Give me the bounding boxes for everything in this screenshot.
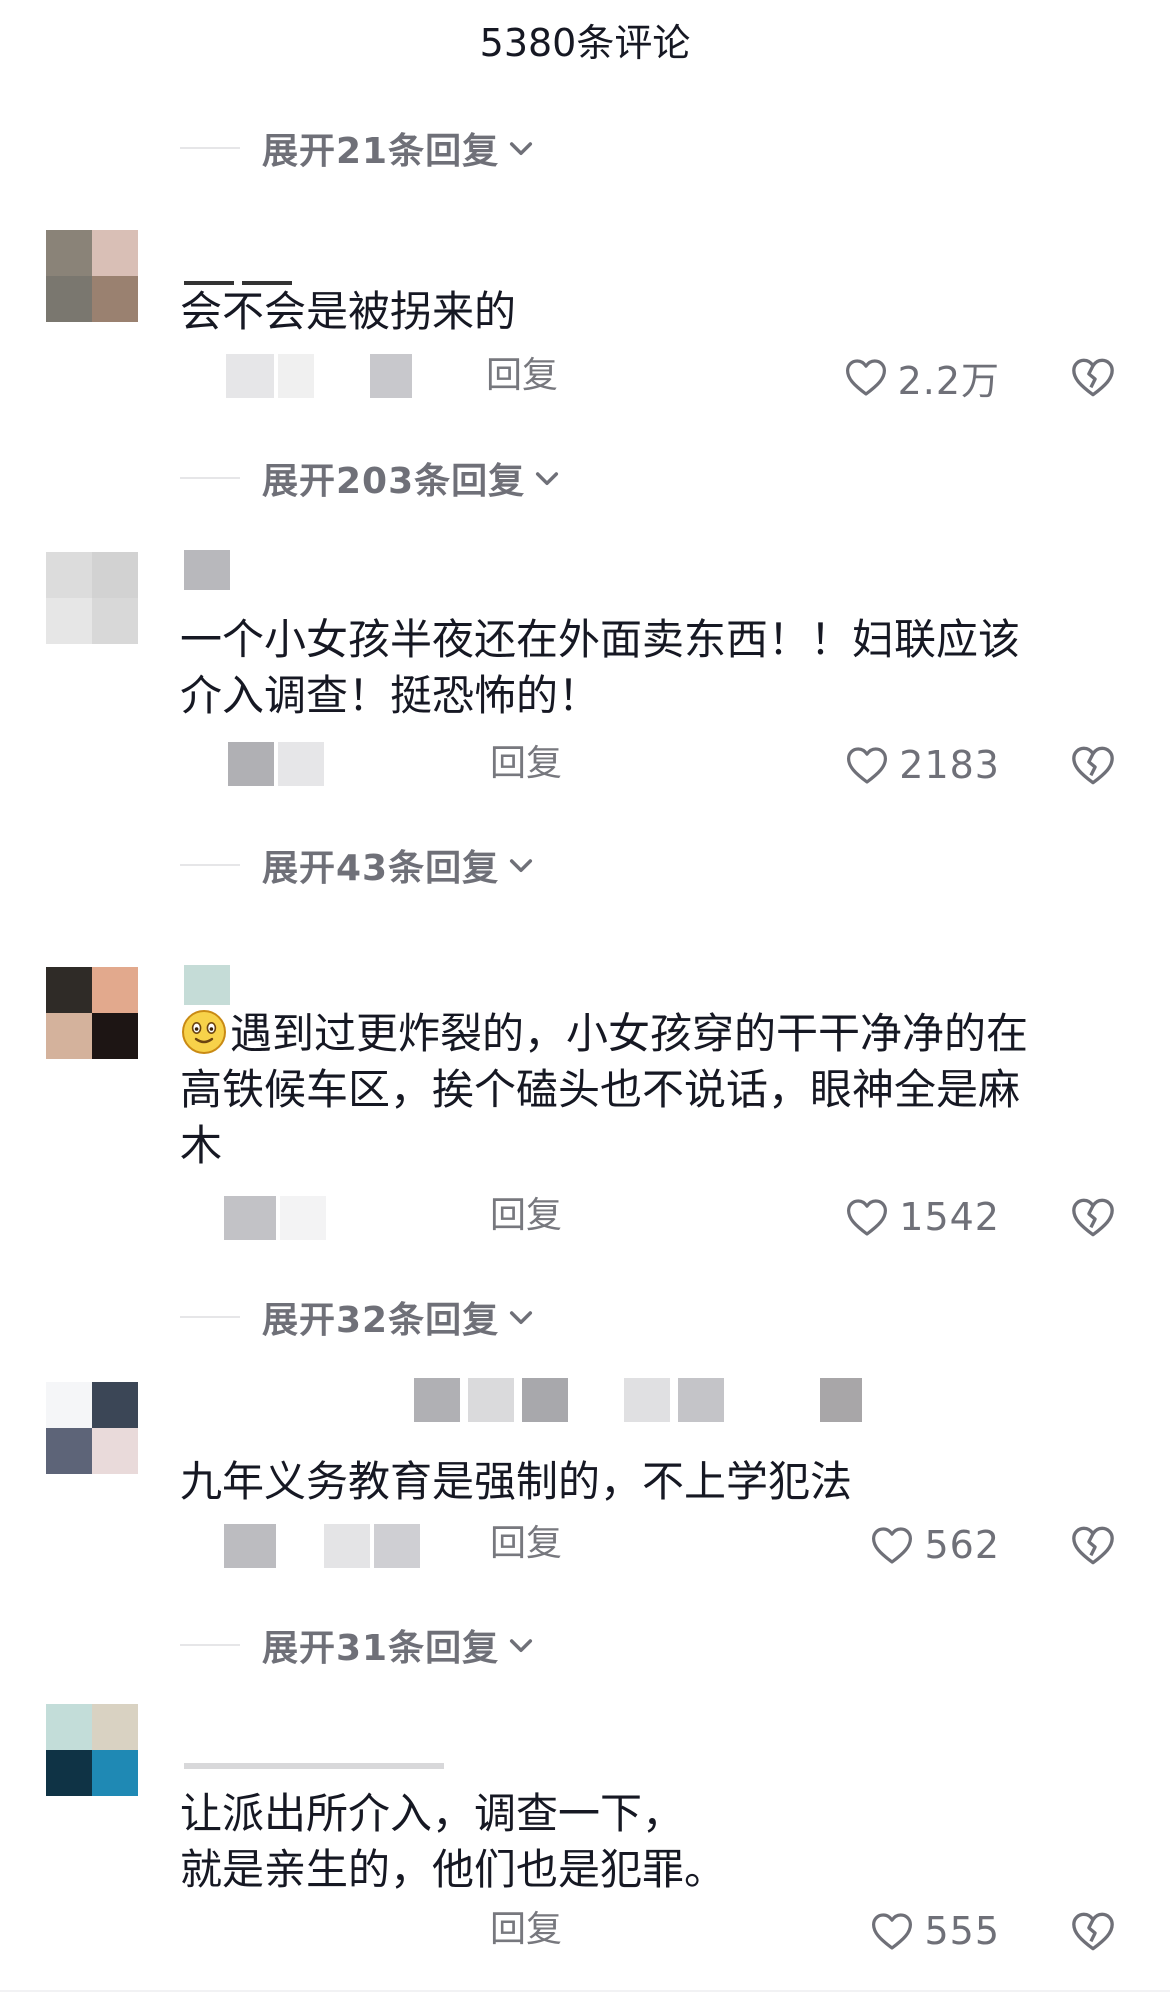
comment-text: 遇到过更炸裂的，小女孩穿的干干净净的在 高铁候车区，挨个磕头也不说话，眼神全是麻… — [180, 1006, 1110, 1174]
expand-replies-label: 展开21条回复 — [262, 131, 500, 172]
heart-outline-icon — [847, 747, 888, 784]
like-button[interactable]: 1542 — [840, 1192, 1000, 1242]
expand-replies-button[interactable]: 展开21条回复 — [180, 123, 537, 173]
chevron-down-icon — [536, 472, 559, 486]
comment-text: 会不会是被拐来的 — [180, 287, 517, 336]
like-count: 1542 — [899, 1195, 1000, 1239]
username-redacted[interactable] — [184, 1748, 444, 1784]
like-count: 562 — [924, 1523, 1000, 1567]
broken-heart-icon[interactable] — [1068, 352, 1118, 402]
broken-heart-icon[interactable] — [1068, 1192, 1118, 1242]
like-button[interactable]: 562 — [860, 1520, 1000, 1570]
like-button[interactable]: 2.2万 — [840, 352, 1000, 403]
divider — [180, 147, 240, 149]
username-redacted[interactable] — [184, 965, 230, 1005]
expand-replies-label: 展开203条回复 — [262, 461, 526, 502]
comment-text: 九年义务教育是强制的，不上学犯法 — [180, 1457, 853, 1506]
like-count: 555 — [924, 1909, 1000, 1953]
broken-heart-icon[interactable] — [1068, 740, 1118, 790]
expand-replies-label: 展开32条回复 — [262, 1300, 500, 1341]
expand-replies-button[interactable]: 展开31条回复 — [180, 1620, 537, 1670]
like-count: 2183 — [899, 743, 1000, 787]
comment-text-body: 遇到过更炸裂的，小女孩穿的干干净净的在 高铁候车区，挨个磕头也不说话，眼神全是麻… — [180, 1009, 1029, 1170]
reply-button[interactable]: 回复 — [490, 742, 562, 786]
heart-outline-icon — [872, 1913, 913, 1950]
username-redacted[interactable] — [184, 550, 230, 590]
divider — [180, 1644, 240, 1646]
smiling-face-emoji — [182, 1010, 226, 1054]
divider — [180, 1316, 240, 1318]
comment-text: 让派出所介入，调查一下， 就是亲生的，他们也是犯罪。 — [180, 1789, 727, 1894]
expand-replies-button[interactable]: 展开32条回复 — [180, 1292, 537, 1342]
comment-text: 一个小女孩半夜还在外面卖东西！！妇联应该 介入调查！挺恐怖的！ — [180, 615, 1021, 720]
reply-button[interactable]: 回复 — [490, 1522, 562, 1566]
page-title: 5380条评论 — [479, 21, 691, 65]
avatar[interactable] — [46, 1382, 138, 1474]
like-count: 2.2万 — [897, 358, 1000, 403]
bottom-divider — [0, 1990, 1170, 1992]
like-button[interactable]: 2183 — [840, 740, 1000, 790]
expand-replies-button[interactable]: 展开43条回复 — [180, 840, 537, 890]
chevron-down-icon — [510, 1311, 533, 1325]
expand-replies-label: 展开43条回复 — [262, 848, 500, 889]
avatar[interactable] — [46, 967, 138, 1059]
expand-replies-label: 展开31条回复 — [262, 1628, 500, 1669]
reply-button[interactable]: 回复 — [486, 354, 558, 398]
comment-meta-redacted — [228, 742, 324, 786]
comment-meta-redacted — [224, 1524, 420, 1568]
username-redacted[interactable] — [414, 1378, 862, 1422]
avatar[interactable] — [46, 1704, 138, 1796]
reply-button[interactable]: 回复 — [490, 1908, 562, 1952]
divider — [180, 477, 240, 479]
divider — [180, 864, 240, 866]
like-button[interactable]: 555 — [860, 1906, 1000, 1956]
broken-heart-icon[interactable] — [1068, 1520, 1118, 1570]
heart-outline-icon — [847, 1199, 888, 1236]
heart-outline-icon — [872, 1527, 913, 1564]
avatar[interactable] — [46, 230, 138, 322]
chevron-down-icon — [510, 859, 533, 873]
broken-heart-icon[interactable] — [1068, 1906, 1118, 1956]
avatar[interactable] — [46, 552, 138, 644]
reply-button[interactable]: 回复 — [490, 1194, 562, 1238]
chevron-down-icon — [510, 1639, 533, 1653]
chevron-down-icon — [510, 142, 533, 156]
comment-meta-redacted — [226, 354, 412, 398]
heart-outline-icon — [845, 359, 886, 396]
expand-replies-button[interactable]: 展开203条回复 — [180, 453, 563, 503]
comment-meta-redacted — [224, 1196, 326, 1240]
